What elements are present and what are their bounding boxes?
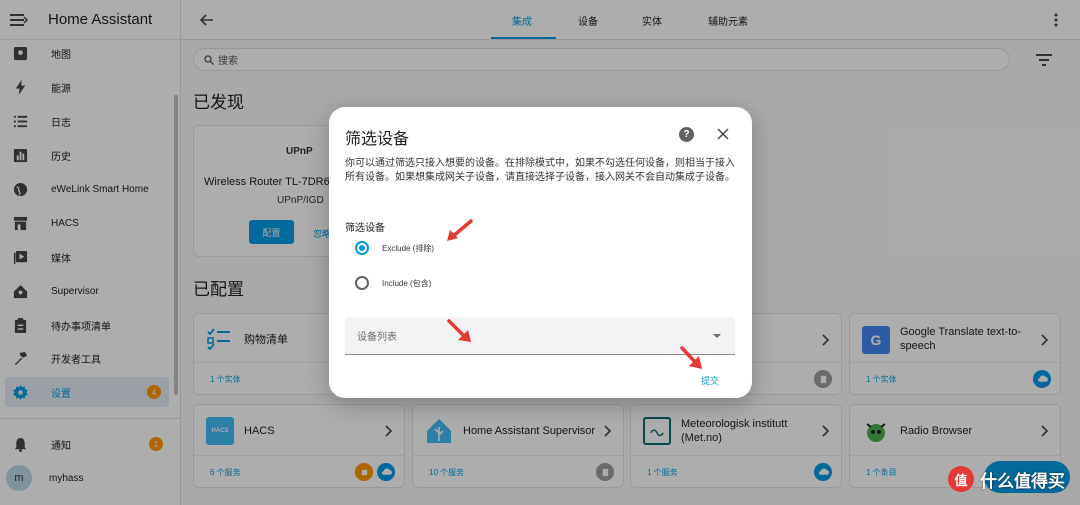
radio-include[interactable]: Include (包含) <box>355 276 431 290</box>
watermark: 值 什么值得买 <box>948 466 1065 492</box>
dialog-description: 你可以通过筛选只接入想要的设备。在排除模式中，如果不勾选任何设备，则相当于接入所… <box>345 158 735 183</box>
radio-button-checked[interactable] <box>355 241 369 255</box>
watermark-text: 什么值得买 <box>980 471 1065 491</box>
help-icon[interactable]: ? <box>679 127 694 142</box>
annotation-arrow-icon <box>447 319 471 342</box>
submit-button[interactable]: 提交 <box>701 374 719 387</box>
select-placeholder: 设备列表 <box>357 332 397 343</box>
radio-label: Include (包含) <box>382 278 432 288</box>
close-icon[interactable] <box>717 128 729 140</box>
caret-down-icon <box>713 334 721 338</box>
annotation-arrow-icon <box>447 219 473 241</box>
device-list-select[interactable]: 设备列表 <box>345 317 735 355</box>
annotation-arrow-icon <box>680 346 702 369</box>
filter-field-label: 筛选设备 <box>345 223 385 234</box>
radio-label: Exclude (排除) <box>382 243 435 253</box>
radio-exclude[interactable]: Exclude (排除) <box>355 241 434 255</box>
dialog-title: 筛选设备 <box>345 131 410 148</box>
radio-button-unchecked[interactable] <box>355 276 369 290</box>
watermark-logo: 值 <box>948 466 974 492</box>
